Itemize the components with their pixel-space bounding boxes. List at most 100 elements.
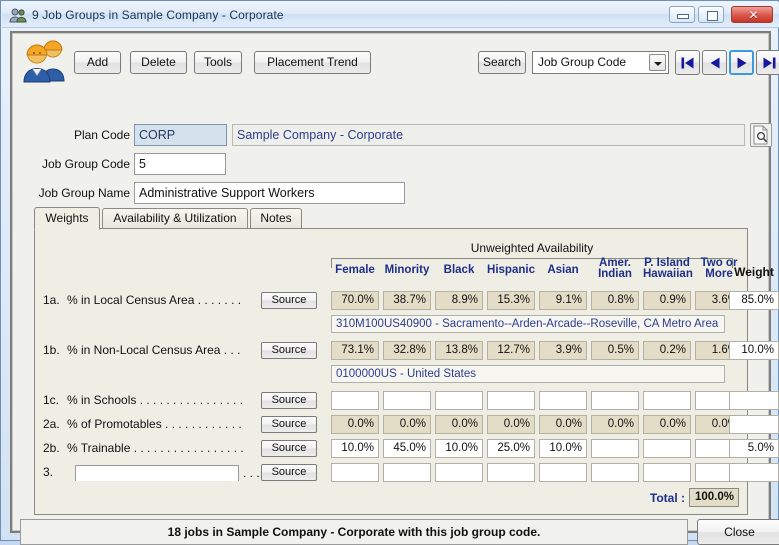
- minimize-icon: [677, 14, 689, 19]
- cell-1b-female: 73.1%: [331, 341, 379, 360]
- close-button[interactable]: Close: [697, 519, 779, 545]
- nav-last-icon: [763, 57, 775, 68]
- cell-2b-hispanic[interactable]: 25.0%: [487, 439, 535, 458]
- weight-cell-1c[interactable]: [729, 391, 779, 410]
- cell-1a-p-island-hawaiian: 0.9%: [643, 291, 691, 310]
- cell-1c-black[interactable]: [435, 391, 483, 410]
- source-button-1a[interactable]: Source: [261, 292, 317, 309]
- cell-1c-female[interactable]: [331, 391, 379, 410]
- job-group-name-label: Job Group Name: [38, 186, 130, 200]
- weight-column-header: Weight: [734, 265, 774, 279]
- cell-3-asian[interactable]: [539, 463, 587, 482]
- column-header-line: Hispanic: [487, 264, 535, 276]
- nav-prev-button[interactable]: [702, 50, 727, 75]
- nav-next-icon: [737, 57, 746, 68]
- cell-2b-black[interactable]: 10.0%: [435, 439, 483, 458]
- nav-first-icon: [681, 57, 693, 68]
- row-number: 2b.: [43, 441, 60, 455]
- cell-1c-amer-indian[interactable]: [591, 391, 639, 410]
- source-button-3[interactable]: Source: [261, 464, 317, 481]
- column-header-hispanic: Hispanic: [487, 264, 535, 276]
- chevron-down-icon[interactable]: [649, 54, 666, 71]
- column-header-black: Black: [435, 264, 483, 276]
- cell-1a-minority: 38.7%: [383, 291, 431, 310]
- title-bar: 9 Job Groups in Sample Company - Corpora…: [2, 2, 779, 28]
- nav-first-button[interactable]: [675, 50, 700, 75]
- job-group-name-input[interactable]: Administrative Support Workers: [134, 182, 405, 204]
- row-number: 1c.: [43, 393, 60, 407]
- application-window: 9 Job Groups in Sample Company - Corpora…: [0, 0, 779, 545]
- nav-next-button[interactable]: [729, 50, 754, 75]
- tools-button[interactable]: Tools: [194, 51, 242, 74]
- weight-cell-2b[interactable]: 5.0%: [729, 439, 779, 458]
- row-label-2b: 2b. % Trainable . . . . . . . . . . . . .…: [43, 441, 251, 457]
- cell-1a-hispanic: 15.3%: [487, 291, 535, 310]
- add-button[interactable]: Add: [74, 51, 121, 74]
- weight-cell-2a[interactable]: [729, 415, 779, 434]
- cell-2a-p-island-hawaiian: 0.0%: [643, 415, 691, 434]
- cell-3-female[interactable]: [331, 463, 379, 482]
- toolbar: Add Delete Tools Placement Trend Search …: [14, 35, 779, 85]
- column-header-asian: Asian: [539, 264, 587, 276]
- custom-criterion-input[interactable]: [75, 465, 239, 481]
- cell-1a-female: 70.0%: [331, 291, 379, 310]
- column-header-female: Female: [331, 264, 379, 276]
- total-label: Total :: [649, 491, 685, 505]
- search-button[interactable]: Search: [478, 51, 526, 74]
- source-button-1b[interactable]: Source: [261, 342, 317, 359]
- column-header-line: Female: [335, 264, 375, 276]
- job-group-code-input[interactable]: 5: [134, 153, 226, 175]
- row-number: 1b.: [43, 343, 60, 357]
- weight-cell-1a[interactable]: 85.0%: [729, 291, 779, 310]
- cell-2b-minority[interactable]: 45.0%: [383, 439, 431, 458]
- cell-3-amer-indian[interactable]: [591, 463, 639, 482]
- row-number: 1a.: [43, 293, 60, 307]
- window-title: 9 Job Groups in Sample Company - Corpora…: [32, 7, 284, 22]
- row-label-1c: 1c. % in Schools . . . . . . . . . . . . …: [43, 393, 251, 409]
- cell-3-black[interactable]: [435, 463, 483, 482]
- people-group-icon: [9, 7, 27, 23]
- source-button-2b[interactable]: Source: [261, 440, 317, 457]
- weight-cell-1b[interactable]: 10.0%: [729, 341, 779, 360]
- search-field-select[interactable]: Job Group Code: [532, 51, 669, 74]
- minimize-button[interactable]: [669, 6, 695, 23]
- cell-1c-p-island-hawaiian[interactable]: [643, 391, 691, 410]
- column-header-minority: Minority: [383, 264, 431, 276]
- weight-cell-3[interactable]: [729, 463, 779, 482]
- status-bar: 18 jobs in Sample Company - Corporate wi…: [20, 519, 688, 545]
- source-button-1c[interactable]: Source: [261, 392, 317, 409]
- cell-3-hispanic[interactable]: [487, 463, 535, 482]
- tab-availability-utilization[interactable]: Availability & Utilization: [102, 208, 248, 229]
- cell-2b-asian[interactable]: 10.0%: [539, 439, 587, 458]
- plan-code-field[interactable]: CORP: [134, 124, 227, 146]
- cell-1c-minority[interactable]: [383, 391, 431, 410]
- delete-button[interactable]: Delete: [130, 51, 187, 74]
- row-number: 3.: [43, 465, 54, 479]
- row-text: % Trainable . . . . . . . . . . . . . . …: [67, 441, 244, 455]
- cell-3-p-island-hawaiian[interactable]: [643, 463, 691, 482]
- cell-2b-amer-indian[interactable]: [591, 439, 639, 458]
- cell-3-minority[interactable]: [383, 463, 431, 482]
- maximize-icon: [707, 11, 718, 21]
- source-description-1a: 310M100US40900 - Sacramento--Arden-Arcad…: [331, 315, 725, 333]
- close-window-button[interactable]: ✕: [731, 6, 773, 23]
- cell-2a-asian: 0.0%: [539, 415, 587, 434]
- cell-1b-amer-indian: 0.5%: [591, 341, 639, 360]
- placement-trend-button[interactable]: Placement Trend: [254, 51, 371, 74]
- source-button-2a[interactable]: Source: [261, 416, 317, 433]
- plan-lookup-button[interactable]: [750, 123, 772, 147]
- cell-2b-female[interactable]: 10.0%: [331, 439, 379, 458]
- cell-1c-asian[interactable]: [539, 391, 587, 410]
- cell-2b-p-island-hawaiian[interactable]: [643, 439, 691, 458]
- unweighted-availability-header: Unweighted Availability: [470, 241, 594, 255]
- cell-1c-hispanic[interactable]: [487, 391, 535, 410]
- plan-name-display: Sample Company - Corporate: [232, 124, 745, 146]
- client-area: Add Delete Tools Placement Trend Search …: [10, 31, 779, 545]
- nav-last-button[interactable]: [756, 50, 779, 75]
- column-header-line: Minority: [384, 264, 430, 276]
- row-label-3: 3. . . .: [43, 465, 273, 481]
- row-leader: . . .: [243, 466, 260, 480]
- maximize-button[interactable]: [698, 6, 724, 23]
- tab-weights[interactable]: Weights: [34, 207, 100, 230]
- tab-notes[interactable]: Notes: [250, 208, 302, 229]
